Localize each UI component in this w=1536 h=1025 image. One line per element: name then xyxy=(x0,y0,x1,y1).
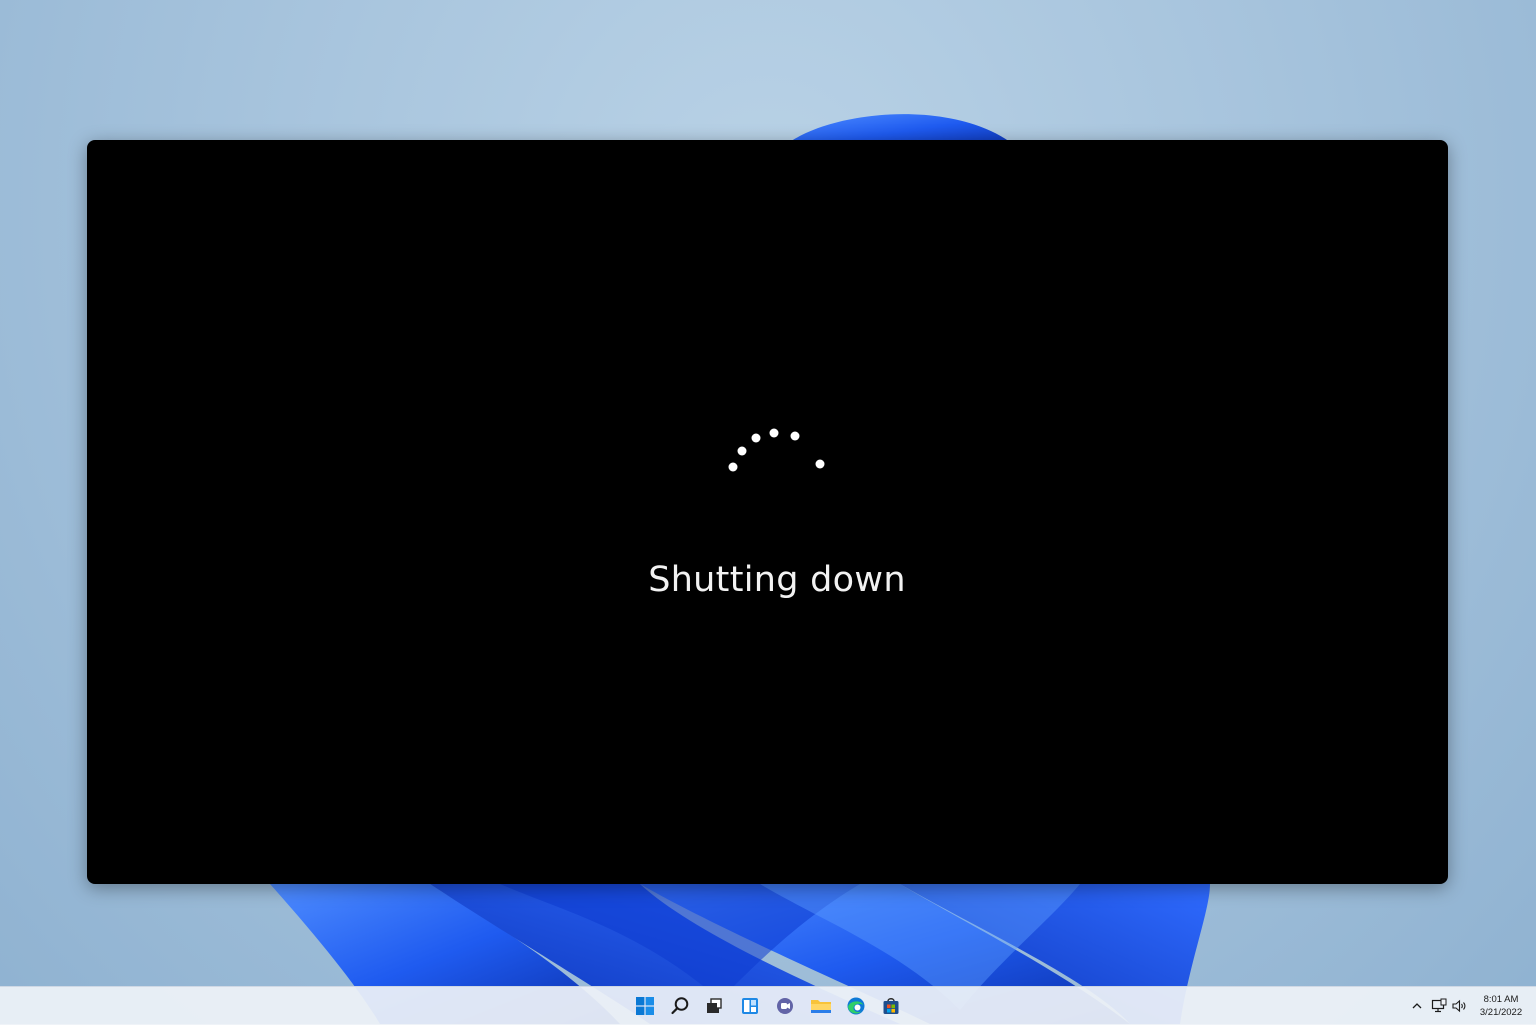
task-view-button[interactable] xyxy=(700,993,728,1019)
edge-button[interactable] xyxy=(842,993,870,1019)
volume-button[interactable] xyxy=(1450,996,1468,1016)
clock-date: 3/21/2022 xyxy=(1479,1007,1523,1018)
clock-button[interactable]: 8:01 AM 3/21/2022 xyxy=(1470,993,1532,1019)
widgets-icon xyxy=(742,998,758,1014)
clock-time: 8:01 AM xyxy=(1483,994,1519,1005)
chevron-up-icon xyxy=(1412,1003,1422,1009)
shutdown-status-text: Shutting down xyxy=(648,560,906,600)
store-icon xyxy=(883,998,899,1014)
search-icon xyxy=(671,997,689,1015)
volume-icon xyxy=(1452,999,1466,1013)
shutdown-overlay xyxy=(87,140,1448,884)
spinner-dot xyxy=(815,459,825,469)
network-button[interactable] xyxy=(1430,996,1448,1016)
loading-spinner-icon xyxy=(728,428,825,472)
show-hidden-icons-button[interactable] xyxy=(1408,996,1426,1016)
network-icon xyxy=(1431,998,1447,1013)
windows-logo-icon xyxy=(636,997,654,1015)
search-button[interactable] xyxy=(666,993,694,1019)
widgets-button[interactable] xyxy=(736,993,764,1019)
spinner-dot xyxy=(790,431,800,441)
task-view-icon xyxy=(707,998,722,1013)
edge-browser-icon xyxy=(847,997,865,1015)
spinner-dot xyxy=(769,428,779,438)
start-button[interactable] xyxy=(631,993,659,1019)
store-button[interactable] xyxy=(877,993,905,1019)
file-explorer-button[interactable] xyxy=(807,993,835,1019)
spinner-dot xyxy=(751,433,761,443)
spinner-dot xyxy=(737,446,747,456)
taskbar: 8:01 AM 3/21/2022 xyxy=(0,986,1536,1025)
teams-chat-icon xyxy=(777,998,793,1014)
folder-icon xyxy=(811,1000,831,1013)
spinner-dot xyxy=(728,462,738,472)
chat-button[interactable] xyxy=(771,993,799,1019)
